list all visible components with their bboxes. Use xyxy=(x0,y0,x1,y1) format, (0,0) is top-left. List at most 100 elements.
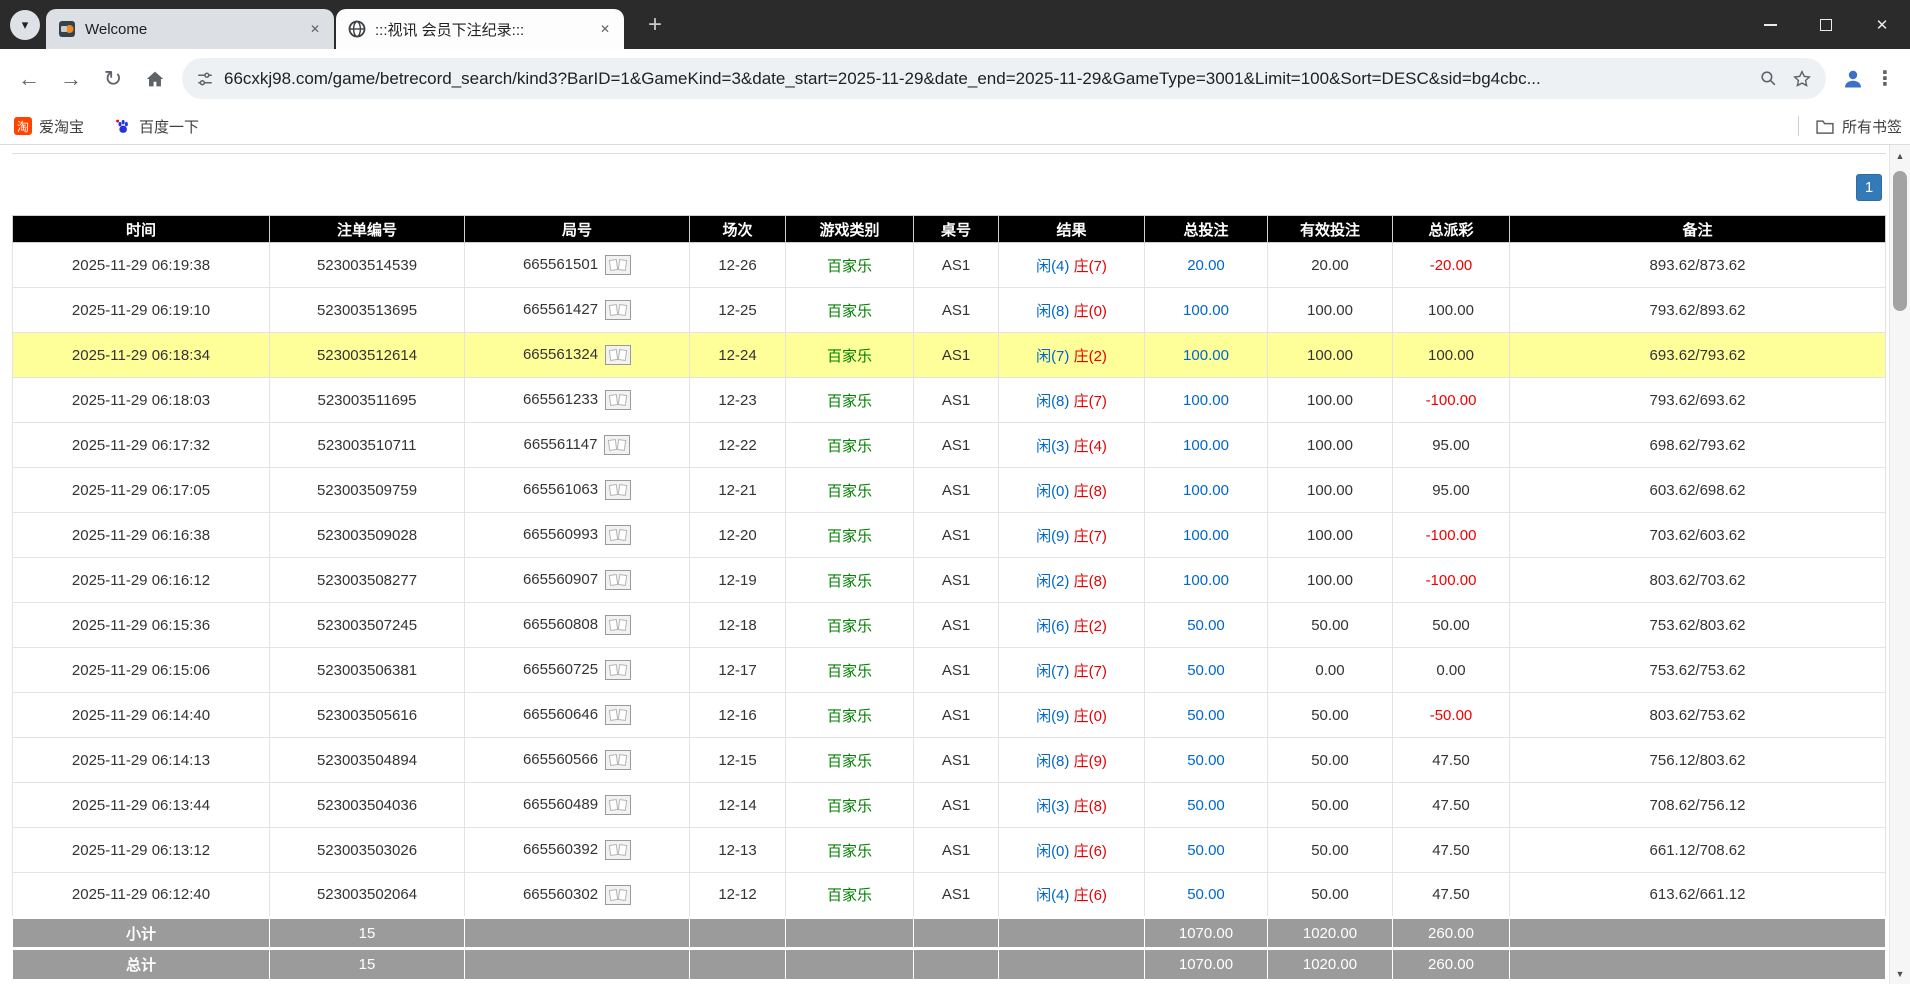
subtotal-valid-bet: 1020.00 xyxy=(1268,918,1393,949)
cell-table-no: AS1 xyxy=(914,288,999,333)
table-row[interactable]: 2025-11-29 06:15:06523003506381665560725… xyxy=(13,648,1886,693)
cell-remark: 603.62/698.62 xyxy=(1510,468,1886,513)
refresh-button[interactable]: ↻ xyxy=(92,58,134,100)
page-button-1[interactable]: 1 xyxy=(1856,174,1882,201)
cell-remark: 893.62/873.62 xyxy=(1510,243,1886,288)
scroll-up-icon[interactable]: ▲ xyxy=(1890,145,1910,166)
grand-total-label: 总计 xyxy=(13,949,270,980)
table-row[interactable]: 2025-11-29 06:19:10523003513695665561427… xyxy=(13,288,1886,333)
cell-order-no: 523003511695 xyxy=(270,378,465,423)
tab-close-icon[interactable]: ✕ xyxy=(596,20,614,38)
bookmark-taobao[interactable]: 淘 爱淘宝 xyxy=(14,116,84,137)
table-row[interactable]: 2025-11-29 06:13:12523003503026665560392… xyxy=(13,828,1886,873)
cell-time: 2025-11-29 06:14:13 xyxy=(13,738,270,783)
site-info-icon[interactable] xyxy=(196,70,214,88)
bookmark-baidu[interactable]: 百度一下 xyxy=(114,116,199,137)
close-window-button[interactable]: ✕ xyxy=(1854,0,1910,49)
cell-table-no: AS1 xyxy=(914,468,999,513)
page-content: 1 时间 注单编号 局号 场次 游戏类别 桌号 结果 xyxy=(0,145,1910,984)
cell-result: 闲(9) 庄(7) xyxy=(999,513,1145,558)
maximize-button[interactable] xyxy=(1798,0,1854,49)
table-row[interactable]: 2025-11-29 06:17:32523003510711665561147… xyxy=(13,423,1886,468)
cards-icon[interactable] xyxy=(604,435,630,455)
table-row[interactable]: 2025-11-29 06:13:44523003504036665560489… xyxy=(13,783,1886,828)
scrollbar-thumb[interactable] xyxy=(1893,171,1907,311)
cell-round-no: 665560302 xyxy=(465,873,690,918)
cell-result: 闲(9) 庄(0) xyxy=(999,693,1145,738)
table-row[interactable]: 2025-11-29 06:14:13523003504894665560566… xyxy=(13,738,1886,783)
home-button[interactable] xyxy=(134,58,176,100)
cell-game-type: 百家乐 xyxy=(786,738,914,783)
cell-order-no: 523003504894 xyxy=(270,738,465,783)
tab-search-button[interactable]: ▾ xyxy=(10,10,40,40)
cell-valid-bet: 100.00 xyxy=(1268,468,1393,513)
table-row[interactable]: 2025-11-29 06:14:40523003505616665560646… xyxy=(13,693,1886,738)
cell-payout: -20.00 xyxy=(1393,243,1510,288)
col-time: 时间 xyxy=(13,216,270,243)
zoom-icon[interactable] xyxy=(1759,69,1778,88)
table-row[interactable]: 2025-11-29 06:18:34523003512614665561324… xyxy=(13,333,1886,378)
cell-table-no: AS1 xyxy=(914,738,999,783)
cell-remark: 793.62/893.62 xyxy=(1510,288,1886,333)
cell-total-bet: 50.00 xyxy=(1145,873,1268,918)
minimize-button[interactable] xyxy=(1742,0,1798,49)
cell-table-no: AS1 xyxy=(914,783,999,828)
cell-valid-bet: 100.00 xyxy=(1268,333,1393,378)
cell-round-no: 665561233 xyxy=(465,378,690,423)
page-scrollbar[interactable]: ▲ ▼ xyxy=(1889,145,1910,984)
scroll-down-icon[interactable]: ▼ xyxy=(1890,963,1910,984)
cards-icon[interactable] xyxy=(605,525,631,545)
result-banker: 庄(7) xyxy=(1074,393,1107,410)
bookmark-star-icon[interactable] xyxy=(1792,69,1812,89)
cards-icon[interactable] xyxy=(605,345,631,365)
cell-order-no: 523003503026 xyxy=(270,828,465,873)
forward-button[interactable]: → xyxy=(50,58,92,100)
table-row[interactable]: 2025-11-29 06:18:03523003511695665561233… xyxy=(13,378,1886,423)
table-row[interactable]: 2025-11-29 06:16:38523003509028665560993… xyxy=(13,513,1886,558)
result-banker: 庄(0) xyxy=(1074,708,1107,725)
cell-table-no: AS1 xyxy=(914,603,999,648)
table-header-row: 时间 注单编号 局号 场次 游戏类别 桌号 结果 总投注 有效投注 总派彩 备注 xyxy=(13,216,1886,243)
cell-valid-bet: 50.00 xyxy=(1268,693,1393,738)
cards-icon[interactable] xyxy=(605,255,631,275)
grand-total-row: 总计 15 1070.00 1020.00 260.00 xyxy=(13,949,1886,980)
cards-icon[interactable] xyxy=(605,615,631,635)
table-row[interactable]: 2025-11-29 06:16:12523003508277665560907… xyxy=(13,558,1886,603)
cell-order-no: 523003514539 xyxy=(270,243,465,288)
tab-welcome[interactable]: Welcome ✕ xyxy=(46,9,334,49)
cards-icon[interactable] xyxy=(605,300,631,320)
cards-icon[interactable] xyxy=(605,795,631,815)
subtotal-empty xyxy=(999,918,1145,949)
cards-icon[interactable] xyxy=(605,840,631,860)
cell-time: 2025-11-29 06:12:40 xyxy=(13,873,270,918)
cell-payout: 100.00 xyxy=(1393,288,1510,333)
table-row[interactable]: 2025-11-29 06:17:05523003509759665561063… xyxy=(13,468,1886,513)
table-row[interactable]: 2025-11-29 06:12:40523003502064665560302… xyxy=(13,873,1886,918)
table-row[interactable]: 2025-11-29 06:15:36523003507245665560808… xyxy=(13,603,1886,648)
cards-icon[interactable] xyxy=(605,570,631,590)
result-player: 闲(7) xyxy=(1036,348,1069,365)
result-banker: 庄(2) xyxy=(1074,348,1107,365)
new-tab-button[interactable]: + xyxy=(638,8,672,42)
cards-icon[interactable] xyxy=(605,705,631,725)
url-text[interactable]: 66cxkj98.com/game/betrecord_search/kind3… xyxy=(224,69,1745,89)
cell-table-no: AS1 xyxy=(914,378,999,423)
cell-table-no: AS1 xyxy=(914,423,999,468)
back-button[interactable]: ← xyxy=(8,58,50,100)
cell-time: 2025-11-29 06:18:03 xyxy=(13,378,270,423)
cards-icon[interactable] xyxy=(605,390,631,410)
tab-close-icon[interactable]: ✕ xyxy=(306,20,324,38)
cards-icon[interactable] xyxy=(605,885,631,905)
table-row[interactable]: 2025-11-29 06:19:38523003514539665561501… xyxy=(13,243,1886,288)
address-bar[interactable]: 66cxkj98.com/game/betrecord_search/kind3… xyxy=(182,58,1826,99)
cell-time: 2025-11-29 06:15:06 xyxy=(13,648,270,693)
bet-records-table: 时间 注单编号 局号 场次 游戏类别 桌号 结果 总投注 有效投注 总派彩 备注… xyxy=(12,215,1886,980)
cards-icon[interactable] xyxy=(605,660,631,680)
cell-game-type: 百家乐 xyxy=(786,333,914,378)
tab-bet-records[interactable]: :::视讯 会员下注纪录::: ✕ xyxy=(336,9,624,49)
profile-icon[interactable] xyxy=(1836,67,1870,91)
all-bookmarks-button[interactable]: 所有书签 xyxy=(1815,116,1902,137)
menu-icon[interactable]: ⋮ xyxy=(1870,66,1900,91)
cards-icon[interactable] xyxy=(605,480,631,500)
cards-icon[interactable] xyxy=(605,750,631,770)
